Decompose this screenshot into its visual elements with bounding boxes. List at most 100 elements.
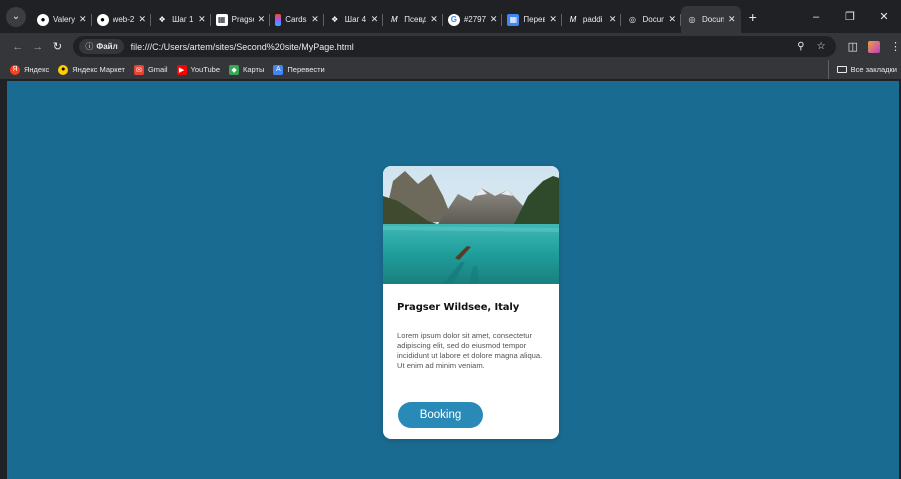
card-description: Lorem ipsum dolor sit amet, consectetur … bbox=[397, 331, 543, 370]
tab-search-button[interactable]: ⌄ bbox=[6, 6, 26, 27]
globe-icon: ◎ bbox=[628, 15, 636, 24]
bookmark-label: Карты bbox=[243, 65, 265, 74]
bookmark-label: YouTube bbox=[190, 65, 221, 74]
tab-title: Valery bbox=[53, 15, 75, 24]
bookmark-youtube[interactable]: ▶ YouTube bbox=[176, 64, 221, 75]
translate-icon: ▦ bbox=[507, 13, 520, 26]
close-tab-icon[interactable]: ✕ bbox=[728, 14, 736, 25]
bookmark-maps[interactable]: ◆ Карты bbox=[229, 64, 265, 75]
browser-tab-active[interactable]: ◎ Docum ✕ bbox=[681, 6, 741, 33]
destination-card: Pragser Wildsee, Italy Lorem ipsum dolor… bbox=[383, 166, 559, 439]
browser-tab[interactable]: ❖ Шаг 4 ✕ bbox=[324, 6, 384, 33]
reload-icon[interactable]: ↻ bbox=[48, 40, 68, 53]
close-tab-icon[interactable]: ✕ bbox=[139, 14, 147, 25]
bookmark-yandex-market[interactable]: ● Яндекс Маркет bbox=[58, 64, 125, 75]
mdn-icon: M bbox=[569, 15, 577, 24]
tab-title: Шаг 4 bbox=[344, 15, 367, 24]
close-tab-icon[interactable]: ✕ bbox=[198, 14, 206, 25]
browser-tab[interactable]: M paddi ✕ bbox=[562, 6, 622, 33]
tab-title: Pragse bbox=[231, 15, 254, 24]
gmail-icon: ✉ bbox=[133, 64, 144, 75]
browser-tab[interactable]: Cards ✕ bbox=[270, 6, 324, 33]
browser-tab[interactable]: ❖ Шаг 1 ✕ bbox=[151, 6, 211, 33]
bookmark-label: Яндекс bbox=[24, 65, 50, 74]
all-bookmarks-label: Все закладки bbox=[850, 65, 897, 74]
tab-title: paddi bbox=[582, 15, 603, 24]
close-window-icon[interactable]: ✕ bbox=[867, 10, 901, 23]
minimize-icon[interactable]: – bbox=[799, 11, 833, 23]
close-tab-icon[interactable]: ✕ bbox=[549, 14, 557, 25]
lake-photo bbox=[383, 166, 559, 284]
bookmark-gmail[interactable]: ✉ Gmail bbox=[133, 64, 168, 75]
forward-arrow-icon[interactable]: → bbox=[28, 41, 48, 53]
bookmark-star-icon[interactable]: ☆ bbox=[817, 41, 826, 52]
site-info-chip[interactable]: ⓘ Файл bbox=[79, 39, 124, 54]
url-text[interactable]: file:///C:/Users/artem/sites/Second%20si… bbox=[131, 42, 354, 52]
booking-button[interactable]: Booking bbox=[398, 402, 483, 428]
extensions-icon[interactable]: ◫ bbox=[848, 40, 858, 53]
close-tab-icon[interactable]: ✕ bbox=[490, 14, 498, 25]
browser-tab[interactable]: ● Valery ✕ bbox=[32, 6, 92, 33]
browser-tab[interactable]: ◎ Docum ✕ bbox=[621, 6, 681, 33]
google-icon: G bbox=[447, 13, 460, 26]
profile-icon[interactable] bbox=[868, 40, 880, 53]
tab-title: Перев bbox=[523, 15, 546, 24]
folder-icon bbox=[836, 66, 847, 73]
tab-title: Псевд bbox=[404, 15, 427, 24]
window-controls: – ❐ ✕ bbox=[799, 0, 901, 33]
hexlet-icon: ❖ bbox=[331, 15, 339, 24]
mdn-icon: M bbox=[390, 15, 398, 24]
yandex-icon: Я bbox=[10, 64, 20, 75]
tab-title: #2797 bbox=[463, 15, 486, 24]
globe-icon: ◎ bbox=[688, 15, 696, 24]
close-tab-icon[interactable]: ✕ bbox=[79, 14, 87, 25]
bookmarks-bar: Я Яндекс ● Яндекс Маркет ✉ Gmail ▶ YouTu… bbox=[0, 60, 901, 79]
chevron-down-icon: ⌄ bbox=[11, 11, 21, 22]
site-chip-label: Файл bbox=[96, 42, 118, 51]
browser-tab[interactable]: ▦ Pragse ✕ bbox=[211, 6, 271, 33]
menu-dots-icon[interactable]: ⋮ bbox=[890, 40, 901, 53]
bookmark-yandex[interactable]: Я Яндекс bbox=[10, 64, 50, 75]
close-tab-icon[interactable]: ✕ bbox=[258, 14, 266, 25]
tab-list: ● Valery ✕ ● web-2 ✕ ❖ Шаг 1 ✕ ▦ Pragse … bbox=[32, 0, 757, 33]
close-tab-icon[interactable]: ✕ bbox=[609, 14, 617, 25]
info-icon: ⓘ bbox=[85, 42, 94, 51]
hexlet-icon: ❖ bbox=[158, 15, 166, 24]
github-icon: ● bbox=[96, 13, 109, 26]
bookmark-label: Перевести bbox=[287, 65, 325, 74]
tab-title: Docum bbox=[642, 15, 664, 24]
bookmark-label: Яндекс Маркет bbox=[72, 65, 125, 74]
zoom-icon[interactable]: ⚲ bbox=[797, 41, 804, 52]
yandex-market-icon: ● bbox=[58, 64, 69, 75]
browser-tab[interactable]: ▦ Перев ✕ bbox=[502, 6, 562, 33]
card-title: Pragser Wildsee, Italy bbox=[397, 302, 520, 313]
close-tab-icon[interactable]: ✕ bbox=[371, 14, 379, 25]
photo-icon: ▦ bbox=[215, 13, 228, 26]
youtube-icon: ▶ bbox=[176, 64, 187, 75]
omnibox-actions: ⚲ ☆ bbox=[797, 41, 825, 52]
toolbar-right: ◫ ⋮ bbox=[848, 40, 901, 53]
github-icon: ● bbox=[37, 13, 49, 26]
bookmark-label: Gmail bbox=[147, 65, 168, 74]
browser-toolbar: ← → ↻ ⓘ Файл file:///C:/Users/artem/site… bbox=[0, 33, 901, 60]
close-tab-icon[interactable]: ✕ bbox=[668, 14, 676, 25]
tab-strip: ⌄ ● Valery ✕ ● web-2 ✕ ❖ Шаг 1 ✕ ▦ Prags… bbox=[0, 0, 901, 33]
address-bar[interactable]: ⓘ Файл file:///C:/Users/artem/sites/Seco… bbox=[73, 36, 836, 57]
tab-title: Cards bbox=[285, 15, 307, 24]
new-tab-button[interactable]: + bbox=[749, 9, 757, 25]
maps-icon: ◆ bbox=[229, 64, 240, 75]
translate-icon: A bbox=[273, 64, 284, 75]
restore-icon[interactable]: ❐ bbox=[833, 10, 867, 23]
page-viewport: Pragser Wildsee, Italy Lorem ipsum dolor… bbox=[7, 81, 899, 479]
back-arrow-icon[interactable]: ← bbox=[8, 41, 28, 53]
browser-tab[interactable]: G #2797 ✕ bbox=[443, 6, 503, 33]
browser-tab[interactable]: M Псевд ✕ bbox=[383, 6, 443, 33]
tab-title: web-2 bbox=[112, 15, 135, 24]
browser-tab[interactable]: ● web-2 ✕ bbox=[92, 6, 152, 33]
figma-icon bbox=[275, 13, 282, 26]
tab-title: Шаг 1 bbox=[172, 15, 194, 24]
close-tab-icon[interactable]: ✕ bbox=[311, 14, 319, 25]
close-tab-icon[interactable]: ✕ bbox=[430, 14, 438, 25]
all-bookmarks-button[interactable]: Все закладки bbox=[827, 60, 897, 79]
bookmark-translate[interactable]: A Перевести bbox=[273, 64, 325, 75]
